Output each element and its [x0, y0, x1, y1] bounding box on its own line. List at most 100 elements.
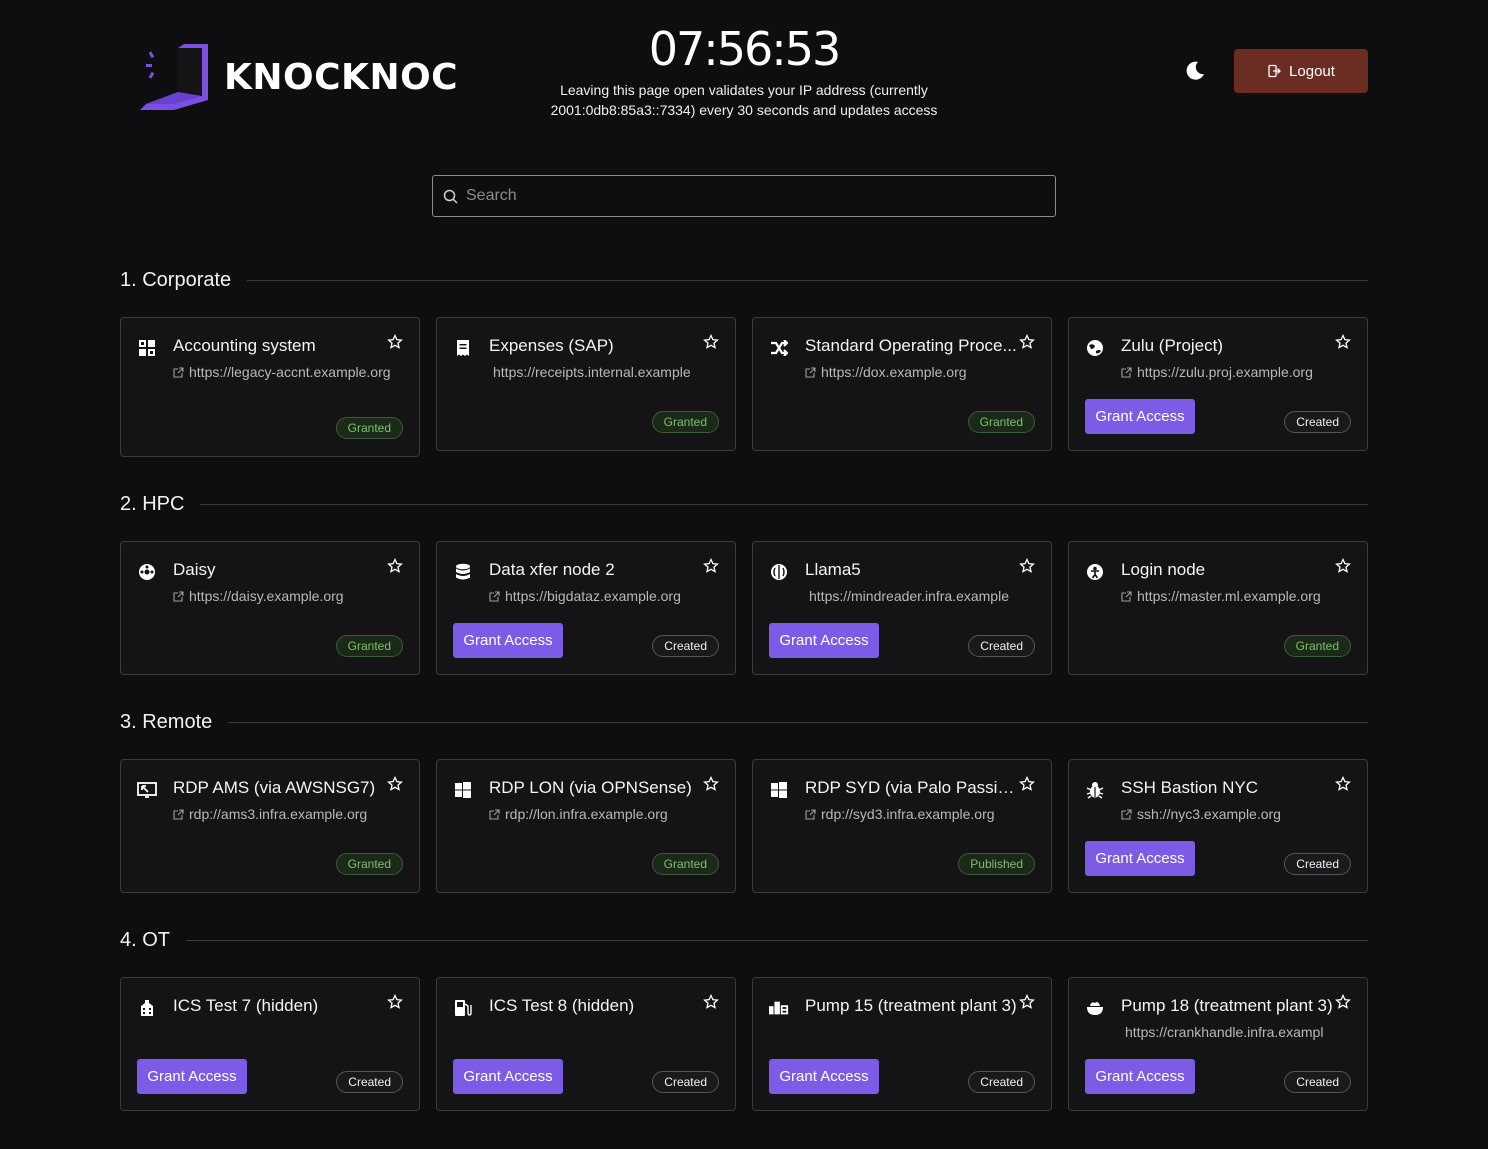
app-url[interactable]: rdp://syd3.infra.example.org — [805, 804, 1041, 825]
app-name[interactable]: Pump 15 (treatment plant 3) — [805, 996, 1017, 1016]
app-name[interactable]: ICS Test 8 (hidden) — [489, 996, 634, 1016]
star-icon[interactable] — [703, 775, 719, 792]
app-card-expenses-sap[interactable]: Expenses (SAP) https://receipts.internal.… — [436, 317, 736, 451]
app-card-data-xfer-node-2[interactable]: Data xfer node 2 https://bigdataz.example… — [436, 541, 736, 675]
app-name[interactable]: Login node — [1121, 560, 1205, 580]
app-card-accounting-system[interactable]: Accounting system https://legacy-accnt.ex… — [120, 317, 420, 457]
app-url[interactable]: rdp://ams3.infra.example.org — [173, 804, 409, 825]
app-url-link[interactable]: https://dox.example.org — [821, 362, 967, 382]
app-card-rdp-lon-via-opnsense[interactable]: RDP LON (via OPNSense) rdp://lon.infra.ex… — [436, 759, 736, 893]
star-icon[interactable] — [1335, 993, 1351, 1010]
grant-access-button[interactable]: Grant Access — [1085, 841, 1195, 876]
status-badge: Published — [958, 853, 1035, 875]
app-name[interactable]: Standard Operating Proce... — [805, 336, 1017, 356]
app-card-ssh-bastion-nyc[interactable]: SSH Bastion NYC ssh://nyc3.example.org Gra… — [1068, 759, 1368, 893]
external-link-icon — [1121, 804, 1137, 825]
star-icon[interactable] — [703, 993, 719, 1010]
logout-button[interactable]: Logout — [1234, 49, 1368, 93]
app-url-link[interactable]: https://legacy-accnt.example.org — [189, 362, 391, 382]
grant-access-button[interactable]: Grant Access — [137, 1059, 247, 1094]
star-icon[interactable] — [1335, 557, 1351, 574]
grant-access-button[interactable]: Grant Access — [769, 623, 879, 658]
search-input[interactable] — [466, 187, 1026, 205]
app-name[interactable]: RDP AMS (via AWSNSG7) — [173, 778, 375, 798]
search-bar[interactable] — [432, 175, 1056, 217]
app-url[interactable]: https://master.ml.example.org — [1121, 586, 1357, 607]
app-name[interactable]: Llama5 — [805, 560, 861, 580]
app-card-zulu-project[interactable]: Zulu (Project) https://zulu.proj.example.… — [1068, 317, 1368, 451]
status-badge: Created — [336, 1071, 403, 1093]
app-url[interactable]: https://mindreader.infra.example — [805, 586, 1041, 606]
app-card-daisy[interactable]: Daisy https://daisy.example.org Granted — [120, 541, 420, 675]
app-url-link[interactable]: rdp://ams3.infra.example.org — [189, 804, 367, 824]
person-circle-icon — [1085, 562, 1105, 582]
moon-icon[interactable] — [1184, 60, 1206, 82]
status-badge: Created — [1284, 411, 1351, 433]
app-card-pump-18-treatment-plant-3[interactable]: Pump 18 (treatment plant 3) https://crank… — [1068, 977, 1368, 1111]
database-icon — [453, 562, 473, 582]
app-url[interactable]: rdp://lon.infra.example.org — [489, 804, 725, 825]
star-icon[interactable] — [703, 557, 719, 574]
star-icon[interactable] — [1019, 993, 1035, 1010]
section-header-1-corporate: 1. Corporate — [120, 269, 1368, 292]
app-card-login-node[interactable]: Login node https://master.ml.example.org G… — [1068, 541, 1368, 675]
app-url[interactable]: https://crankhandle.infra.exampl — [1121, 1022, 1357, 1042]
app-name[interactable]: RDP LON (via OPNSense) — [489, 778, 692, 798]
app-url[interactable]: https://zulu.proj.example.org — [1121, 362, 1357, 383]
star-icon[interactable] — [387, 333, 403, 350]
app-url-link[interactable]: https://master.ml.example.org — [1137, 586, 1321, 606]
external-link-icon — [1121, 586, 1137, 607]
app-card-llama5[interactable]: Llama5 https://mindreader.infra.example Gr… — [752, 541, 1052, 675]
star-icon[interactable] — [1019, 557, 1035, 574]
star-icon[interactable] — [1019, 775, 1035, 792]
grant-access-button[interactable]: Grant Access — [769, 1059, 879, 1094]
star-icon[interactable] — [387, 557, 403, 574]
star-icon[interactable] — [1019, 333, 1035, 350]
factory-icon — [137, 998, 157, 1018]
app-url-link[interactable]: ssh://nyc3.example.org — [1137, 804, 1281, 824]
brand-logo[interactable]: KNOCKNOC — [138, 44, 458, 110]
app-url-link[interactable]: https://receipts.internal.example — [493, 362, 691, 382]
app-url[interactable]: https://bigdataz.example.org — [489, 586, 725, 607]
star-icon[interactable] — [703, 333, 719, 350]
app-url-link[interactable]: rdp://lon.infra.example.org — [505, 804, 668, 824]
grant-access-button[interactable]: Grant Access — [1085, 399, 1195, 434]
status-badge: Created — [1284, 853, 1351, 875]
app-card-rdp-syd-via-palo-passive[interactable]: RDP SYD (via Palo Passive+) rdp://syd3.in… — [752, 759, 1052, 893]
app-name[interactable]: ICS Test 7 (hidden) — [173, 996, 318, 1016]
app-url[interactable]: https://receipts.internal.example — [489, 362, 725, 382]
app-name[interactable]: Pump 18 (treatment plant 3) — [1121, 996, 1333, 1016]
app-name[interactable]: Expenses (SAP) — [489, 336, 614, 356]
app-url-link[interactable]: https://zulu.proj.example.org — [1137, 362, 1313, 382]
app-name[interactable]: Daisy — [173, 560, 216, 580]
app-url[interactable]: ssh://nyc3.example.org — [1121, 804, 1357, 825]
app-url[interactable]: https://daisy.example.org — [173, 586, 409, 607]
app-url-link[interactable]: https://bigdataz.example.org — [505, 586, 681, 606]
grant-access-button[interactable]: Grant Access — [453, 623, 563, 658]
app-name[interactable]: Zulu (Project) — [1121, 336, 1223, 356]
app-name[interactable]: SSH Bastion NYC — [1121, 778, 1258, 798]
app-name[interactable]: Data xfer node 2 — [489, 560, 615, 580]
brain-icon — [769, 562, 789, 582]
app-card-ics-test-7-hidden[interactable]: ICS Test 7 (hidden) Grant Access Created — [120, 977, 420, 1111]
grant-access-button[interactable]: Grant Access — [453, 1059, 563, 1094]
app-name[interactable]: RDP SYD (via Palo Passive+) — [805, 778, 1017, 798]
status-badge: Granted — [1283, 635, 1351, 657]
app-url-link[interactable]: https://mindreader.infra.example — [809, 586, 1009, 606]
app-url-link[interactable]: https://crankhandle.infra.exampl — [1125, 1022, 1323, 1042]
app-card-ics-test-8-hidden[interactable]: ICS Test 8 (hidden) Grant Access Created — [436, 977, 736, 1111]
star-icon[interactable] — [1335, 775, 1351, 792]
app-url[interactable]: https://legacy-accnt.example.org — [173, 362, 409, 383]
app-card-rdp-ams-via-awsnsg7[interactable]: RDP AMS (via AWSNSG7) rdp://ams3.infra.ex… — [120, 759, 420, 893]
app-card-pump-15-treatment-plant-3[interactable]: Pump 15 (treatment plant 3) Grant Access C… — [752, 977, 1052, 1111]
app-url-link[interactable]: https://daisy.example.org — [189, 586, 344, 606]
grant-access-button[interactable]: Grant Access — [1085, 1059, 1195, 1094]
star-icon[interactable] — [1335, 333, 1351, 350]
external-link-icon — [1121, 362, 1137, 383]
app-url-link[interactable]: rdp://syd3.infra.example.org — [821, 804, 995, 824]
app-url[interactable]: https://dox.example.org — [805, 362, 1041, 383]
star-icon[interactable] — [387, 993, 403, 1010]
app-card-standard-operating-proce[interactable]: Standard Operating Proce... https://dox.e… — [752, 317, 1052, 451]
app-name[interactable]: Accounting system — [173, 336, 316, 356]
star-icon[interactable] — [387, 775, 403, 792]
